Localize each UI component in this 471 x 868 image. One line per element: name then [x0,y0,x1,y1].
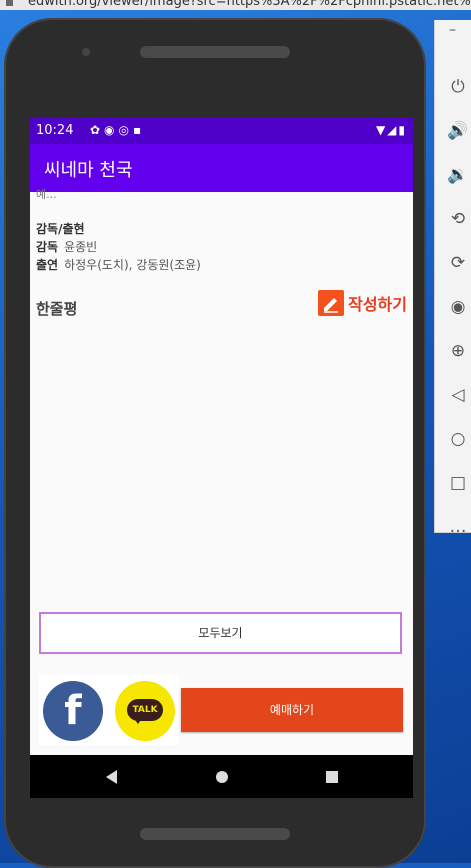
power-icon[interactable]: ⏻ [447,76,469,98]
nav-recents-icon[interactable] [320,765,344,789]
see-all-button[interactable]: 모두보기 [39,612,402,654]
facebook-icon[interactable]: f [43,681,103,741]
nav-back-icon[interactable] [100,765,124,789]
cast-row: 출연 하정우(도치), 강동원(조윤) [36,256,201,273]
nav-home-icon[interactable] [210,765,234,789]
cast-value: 하정우(도치), 강동원(조윤) [64,258,201,272]
status-notification-icons: ✿◉◎▪ [90,123,146,137]
emulator-toolbar: – ⏻ 🔊 🔉 ⟲ ⟳ ◉ ⊕ ◁ ○ □ … [434,20,471,537]
phone-screen: 10:24 ✿◉◎▪ ▼◢▮ 씨네마 천국 예... 감독/출현 감독 윤종빈 출… [30,118,413,798]
pencil-icon [318,290,345,316]
browser-url-bar[interactable]: edwith.org/viewer/image?src=https%3A%2F%… [0,0,471,10]
front-camera [82,48,90,56]
home-icon[interactable]: ○ [447,428,469,450]
android-nav-bar [30,755,413,798]
more-icon[interactable]: … [447,516,469,538]
kakaotalk-bubble-tail [133,717,143,724]
camera-icon[interactable]: ◉ [447,296,469,318]
truncated-text: 예... [36,188,57,201]
phone-frame: 10:24 ✿◉◎▪ ▼◢▮ 씨네마 천국 예... 감독/출현 감독 윤종빈 출… [4,18,426,868]
app-bar: 씨네마 천국 [30,144,413,192]
url-text: edwith.org/viewer/image?src=https%3A%2F%… [28,0,471,9]
overview-icon[interactable]: □ [447,472,469,494]
rotate-right-icon[interactable]: ⟳ [447,252,469,274]
director-value: 윤종빈 [64,240,98,254]
status-bar: 10:24 ✿◉◎▪ ▼◢▮ [30,118,413,144]
volume-up-icon[interactable]: 🔊 [447,120,469,142]
director-label: 감독 [36,240,59,254]
reserve-button[interactable]: 예매하기 [181,688,403,732]
top-speaker [140,46,290,58]
zoom-icon[interactable]: ⊕ [447,340,469,362]
rotate-left-icon[interactable]: ⟲ [447,208,469,230]
status-time: 10:24 [36,123,74,138]
movie-detail-content[interactable]: 예... 감독/출현 감독 윤종빈 출연 하정우(도치), 강동원(조윤) 한줄평 … [30,188,413,755]
app-title: 씨네마 천국 [44,160,133,181]
status-system-icons: ▼◢▮ [375,123,407,137]
lock-icon [6,0,13,6]
cast-section-title: 감독/출현 [36,222,85,236]
share-area: f TALK [39,675,179,745]
write-review-label: 작성하기 [348,295,407,314]
bottom-speaker [140,828,290,840]
volume-down-icon[interactable]: 🔉 [447,164,469,186]
minimize-icon[interactable]: – [449,22,456,38]
kakaotalk-icon[interactable]: TALK [115,681,175,741]
review-section-title: 한줄평 [36,300,78,318]
back-icon[interactable]: ◁ [447,384,469,406]
cast-label: 출연 [36,258,59,272]
write-review-button[interactable]: 작성하기 [318,290,407,316]
director-row: 감독 윤종빈 [36,238,97,255]
